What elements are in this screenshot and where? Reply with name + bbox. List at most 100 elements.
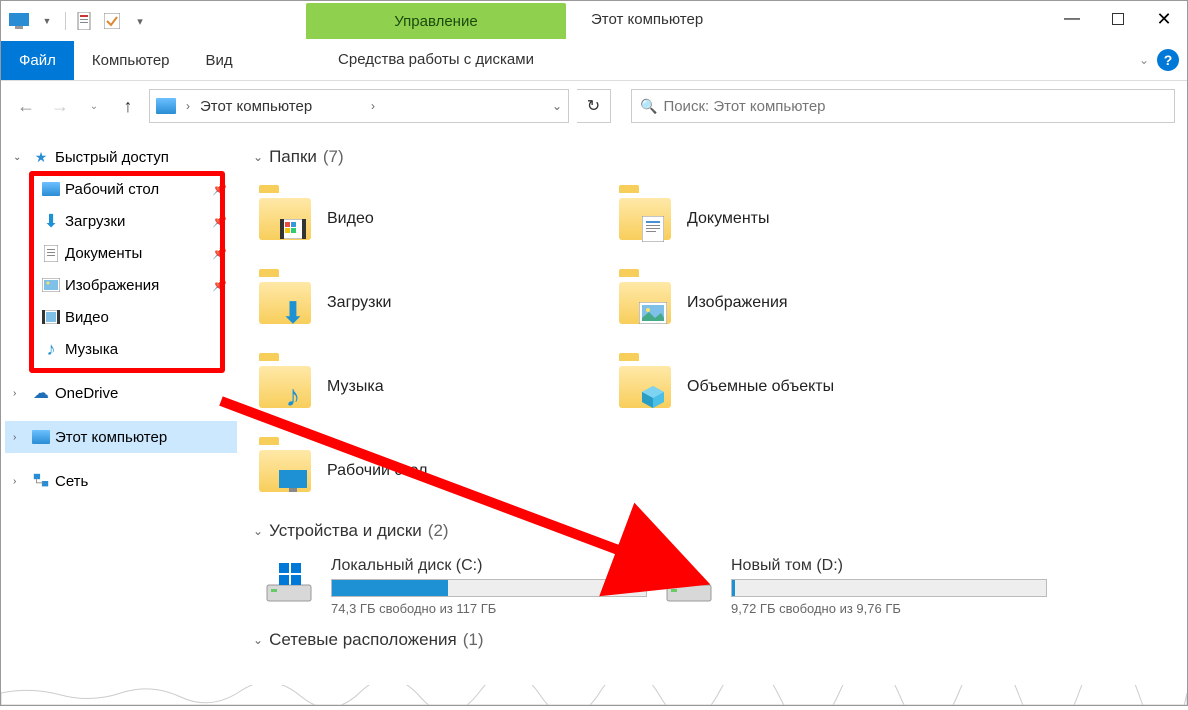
folder-item-videos[interactable]: Видео [253, 177, 613, 261]
search-input[interactable] [663, 98, 1166, 115]
sidebar-label: Видео [65, 309, 109, 326]
group-header-folders[interactable]: ⌄ Папки (7) [253, 147, 1175, 167]
item-label: Объемные объекты [687, 378, 834, 396]
help-icon[interactable]: ? [1157, 49, 1179, 71]
recent-dropdown[interactable]: ⌄ [81, 93, 107, 119]
sidebar-item-desktop[interactable]: Рабочий стол 📌 [5, 173, 237, 205]
sidebar-label: Документы [65, 245, 142, 262]
documents-folder-icon [617, 191, 673, 247]
video-icon [41, 308, 61, 326]
address-text[interactable]: Этот компьютер [200, 98, 361, 115]
search-icon: 🔍 [640, 98, 657, 115]
sidebar-item-downloads[interactable]: ⬇ Загрузки 📌 [5, 205, 237, 237]
refresh-button[interactable]: ↻ [577, 89, 611, 123]
sidebar-item-documents[interactable]: Документы 📌 [5, 237, 237, 269]
network-icon [31, 472, 51, 490]
folder-item-pictures[interactable]: Изображения [613, 261, 973, 345]
content-pane: ⌄ Папки (7) Видео Документы ⬇ Загрузки [241, 131, 1187, 705]
maximize-button[interactable] [1095, 1, 1141, 37]
sidebar-quick-access[interactable]: ⌄ ★ Быстрый доступ [5, 141, 237, 173]
folder-item-documents[interactable]: Документы [613, 177, 973, 261]
folder-item-music[interactable]: ♪ Музыка [253, 345, 613, 429]
forward-button[interactable]: → [47, 93, 73, 119]
search-box[interactable]: 🔍 [631, 89, 1175, 123]
checkbox-icon[interactable] [100, 9, 124, 33]
chevron-right-icon[interactable]: › [367, 99, 379, 113]
chevron-down-icon: ⌄ [253, 524, 263, 538]
up-button[interactable]: ↑ [115, 93, 141, 119]
address-dropdown-icon[interactable]: ⌄ [552, 99, 562, 113]
downloads-folder-icon: ⬇ [257, 275, 313, 331]
picture-icon [41, 276, 61, 294]
sidebar-label: Этот компьютер [55, 429, 167, 446]
group-header-drives[interactable]: ⌄ Устройства и диски (2) [253, 521, 1175, 541]
tab-view[interactable]: Вид [188, 41, 251, 80]
qat-overflow-icon[interactable]: ▾ [128, 9, 152, 33]
sidebar-network[interactable]: › Сеть [5, 465, 237, 497]
window-title: Этот компьютер [591, 11, 703, 28]
pictures-folder-icon [617, 275, 673, 331]
sidebar-item-pictures[interactable]: Изображения 📌 [5, 269, 237, 301]
navigation-bar: ← → ⌄ ↑ › Этот компьютер › ⌄ ↻ 🔍 [1, 81, 1187, 131]
properties-icon[interactable] [72, 9, 96, 33]
drive-icon [259, 557, 319, 607]
app-icon[interactable] [7, 9, 31, 33]
drive-item-c[interactable]: Локальный диск (C:) 74,3 ГБ свободно из … [253, 551, 653, 622]
chevron-down-icon: ⌄ [253, 633, 263, 647]
pin-icon: 📌 [212, 214, 227, 228]
tab-computer[interactable]: Компьютер [74, 41, 188, 80]
drive-name: Новый том (D:) [731, 557, 1047, 575]
item-label: Видео [327, 210, 374, 228]
drive-name: Локальный диск (C:) [331, 557, 647, 575]
sidebar-this-pc[interactable]: › Этот компьютер [5, 421, 237, 453]
sidebar-item-videos[interactable]: Видео [5, 301, 237, 333]
ribbon-tabs: Файл Компьютер Вид Средства работы с дис… [1, 41, 1187, 81]
sidebar-label: Быстрый доступ [55, 149, 169, 166]
drive-item-d[interactable]: Новый том (D:) 9,72 ГБ свободно из 9,76 … [653, 551, 1053, 622]
3d-folder-icon [617, 359, 673, 415]
expand-icon[interactable]: › [13, 432, 27, 443]
address-bar[interactable]: › Этот компьютер › ⌄ [149, 89, 569, 123]
qat-dropdown-icon[interactable]: ▼ [35, 9, 59, 33]
sidebar-item-music[interactable]: ♪ Музыка [5, 333, 237, 365]
download-icon: ⬇ [41, 212, 61, 230]
torn-edge-decoration [1, 685, 1187, 705]
group-header-network-locations[interactable]: ⌄ Сетевые расположения (1) [253, 630, 1175, 650]
folder-item-desktop[interactable]: Рабочий стол [253, 429, 613, 513]
drive-icon [659, 557, 719, 607]
tab-drive-tools[interactable]: Средства работы с дисками [306, 41, 566, 78]
pin-icon: 📌 [212, 246, 227, 260]
contextual-tab-header: Управление [306, 3, 566, 39]
sidebar-label: Музыка [65, 341, 118, 358]
desktop-icon [41, 180, 61, 198]
sidebar-onedrive[interactable]: › ☁ OneDrive [5, 377, 237, 409]
chevron-right-icon[interactable]: › [182, 99, 194, 113]
chevron-down-icon: ⌄ [253, 150, 263, 164]
back-button[interactable]: ← [13, 93, 39, 119]
expand-icon[interactable]: ⌄ [13, 152, 27, 163]
item-label: Рабочий стол [327, 462, 427, 480]
item-label: Изображения [687, 294, 788, 312]
music-icon: ♪ [41, 340, 61, 358]
item-label: Загрузки [327, 294, 391, 312]
sidebar-label: OneDrive [55, 385, 118, 402]
desktop-folder-icon [257, 443, 313, 499]
ribbon-expand-icon[interactable]: ⌄ [1139, 53, 1149, 67]
folder-item-3d-objects[interactable]: Объемные объекты [613, 345, 973, 429]
expand-icon[interactable]: › [13, 476, 27, 487]
pin-icon: 📌 [212, 182, 227, 196]
folder-item-downloads[interactable]: ⬇ Загрузки [253, 261, 613, 345]
expand-icon[interactable]: › [13, 388, 27, 399]
sidebar-label: Сеть [55, 473, 88, 490]
cloud-icon: ☁ [31, 384, 51, 402]
minimize-button[interactable]: — [1049, 1, 1095, 37]
sidebar-label: Рабочий стол [65, 181, 159, 198]
pin-icon: 📌 [212, 278, 227, 292]
drive-capacity-bar [331, 579, 647, 597]
tab-file[interactable]: Файл [1, 41, 74, 80]
item-label: Документы [687, 210, 769, 228]
document-icon [41, 244, 61, 262]
monitor-icon [31, 428, 51, 446]
sidebar-label: Изображения [65, 277, 159, 294]
close-button[interactable]: ✕ [1141, 1, 1187, 37]
